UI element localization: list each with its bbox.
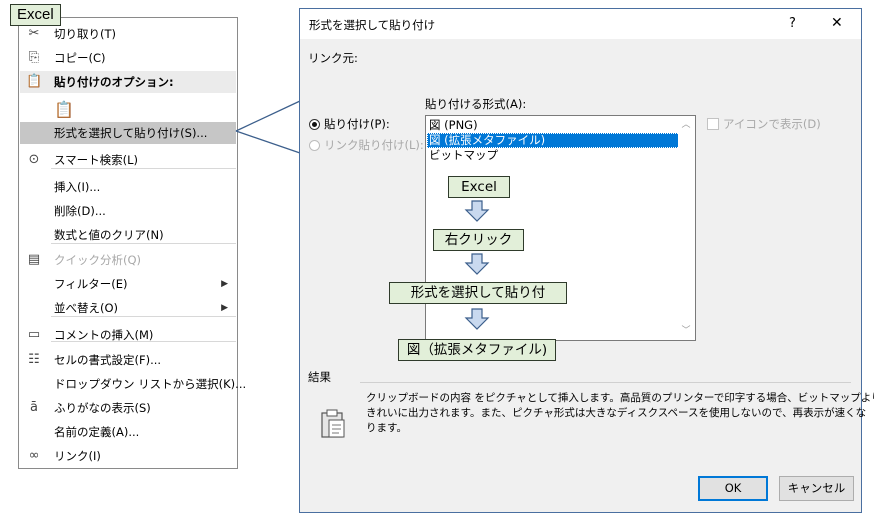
flow-arrow-down-icon — [464, 200, 490, 222]
flow-arrow-down-icon — [464, 308, 490, 330]
flow-arrows — [464, 200, 490, 330]
flow-arrow-down-icon — [464, 253, 490, 275]
